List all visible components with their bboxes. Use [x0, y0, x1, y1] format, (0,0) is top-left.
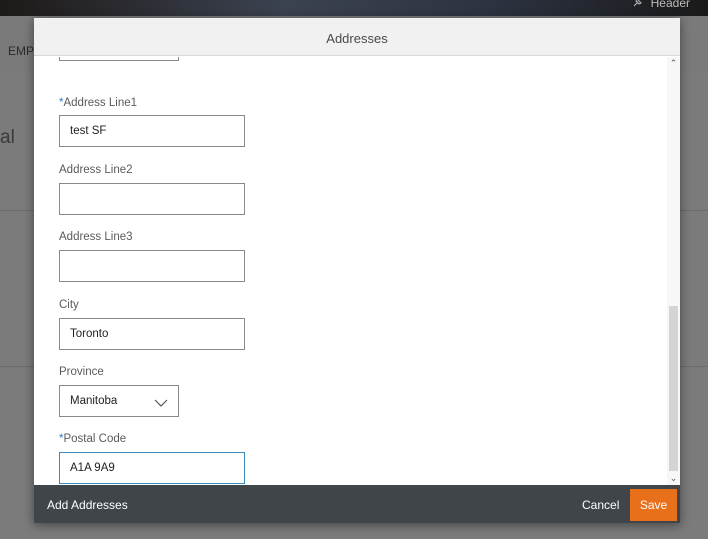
- province-selected-value: Manitoba: [70, 395, 118, 407]
- footer-title: Add Addresses: [47, 498, 128, 512]
- scroll-up-icon[interactable]: ⌃: [667, 57, 680, 70]
- address-line3-input[interactable]: [59, 250, 245, 282]
- scrollbar-thumb[interactable]: [669, 306, 678, 471]
- cancel-button[interactable]: Cancel: [582, 498, 619, 512]
- address-line3-label: Address Line3: [59, 231, 133, 243]
- province-label: Province: [59, 366, 104, 378]
- dialog-title: Addresses: [326, 31, 388, 46]
- previous-field-input[interactable]: [59, 57, 179, 61]
- postal-code-input[interactable]: A1A 9A9: [59, 452, 245, 484]
- background-header: Header: [0, 0, 708, 16]
- pin-icon: [633, 0, 643, 10]
- save-button[interactable]: Save: [630, 489, 677, 521]
- addresses-dialog: Addresses *Address Line1 test SF Address…: [34, 18, 680, 523]
- postal-code-label: *Postal Code: [59, 433, 127, 445]
- city-input[interactable]: Toronto: [59, 318, 245, 350]
- chevron-down-icon: [154, 395, 168, 407]
- scroll-down-icon[interactable]: ⌄: [667, 472, 680, 485]
- background-header-label: Header: [650, 0, 690, 10]
- background-side-text: al: [0, 127, 15, 148]
- address-line1-input[interactable]: test SF: [59, 115, 245, 147]
- background-header-right: Header: [633, 0, 690, 10]
- city-label: City: [59, 299, 79, 311]
- dialog-footer: Add Addresses Cancel Save: [34, 485, 680, 523]
- address-line1-label: *Address Line1: [59, 97, 138, 109]
- address-line2-label: Address Line2: [59, 164, 133, 176]
- dialog-title-bar: Addresses: [34, 18, 680, 56]
- dialog-body: *Address Line1 test SF Address Line2 Add…: [34, 57, 680, 485]
- province-select[interactable]: Manitoba: [59, 385, 179, 417]
- dialog-scrollbar[interactable]: ⌃ ⌄: [667, 57, 680, 485]
- address-line2-input[interactable]: [59, 183, 245, 215]
